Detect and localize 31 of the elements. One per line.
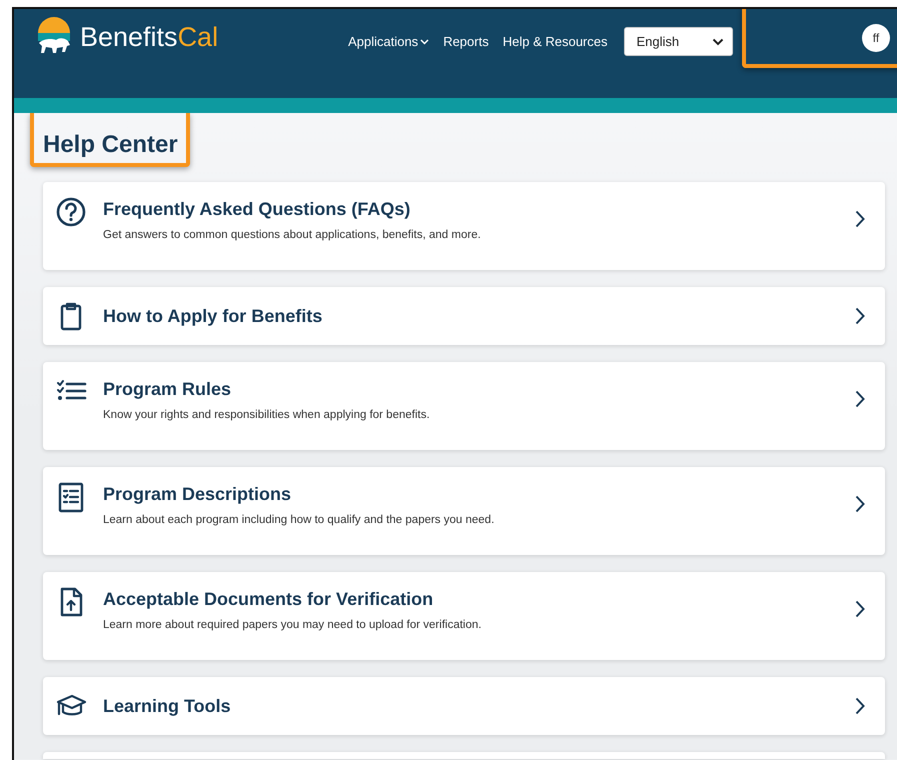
- card-description: Learn more about required papers you may need to upload for verification.: [103, 619, 482, 631]
- card-description: Learn about each program including how to qualify and the papers you need.: [103, 514, 496, 526]
- chevron-right-icon: [855, 494, 865, 512]
- card-title: Acceptable Documents for Verification: [103, 588, 434, 611]
- logo-text: BenefitsCal: [80, 22, 218, 52]
- help-card[interactable]: Learning Tools: [43, 677, 885, 735]
- card-title: Program Rules: [103, 378, 232, 401]
- help-card[interactable]: How to Apply for Benefits: [43, 287, 885, 345]
- card-title: Frequently Asked Questions (FAQs): [103, 198, 412, 221]
- help-card[interactable]: Program Descriptions Learn about each program including how to qualify and the papers you need.: [43, 467, 885, 555]
- help-card[interactable]: [43, 752, 885, 759]
- language-select[interactable]: English: [624, 27, 732, 56]
- card-description: Know your rights and responsibilities when applying for benefits.: [103, 409, 431, 421]
- chevron-right-icon: [855, 600, 865, 618]
- chevron-right-icon: [855, 697, 865, 715]
- card-description: Get answers to common questions about applications, benefits, and more.: [103, 229, 482, 241]
- question-icon: [55, 196, 87, 228]
- help-card[interactable]: Program Rules Know your rights and responsibilities when applying for benefits.: [43, 362, 885, 450]
- card-title: How to Apply for Benefits: [103, 305, 324, 328]
- nav-link[interactable]: Reports: [443, 34, 489, 49]
- caret-icon: [712, 38, 724, 46]
- help-card[interactable]: Acceptable Documents for Verification Learn more about required papers you may need to upload for verification.: [43, 572, 885, 660]
- help-card[interactable]: Frequently Asked Questions (FAQs) Get answers to common questions about applications, benefits, and more.: [43, 182, 885, 270]
- page-title: Help Center: [43, 131, 178, 159]
- chevron-right-icon: [855, 307, 865, 325]
- card-title: Learning Tools: [103, 695, 232, 718]
- chevron-right-icon: [855, 390, 865, 408]
- chevron-right-icon: [855, 210, 865, 228]
- nav-link[interactable]: Help & Resources: [502, 34, 608, 49]
- nav-link[interactable]: Applications: [348, 34, 430, 49]
- card-title: Program Descriptions: [103, 483, 292, 506]
